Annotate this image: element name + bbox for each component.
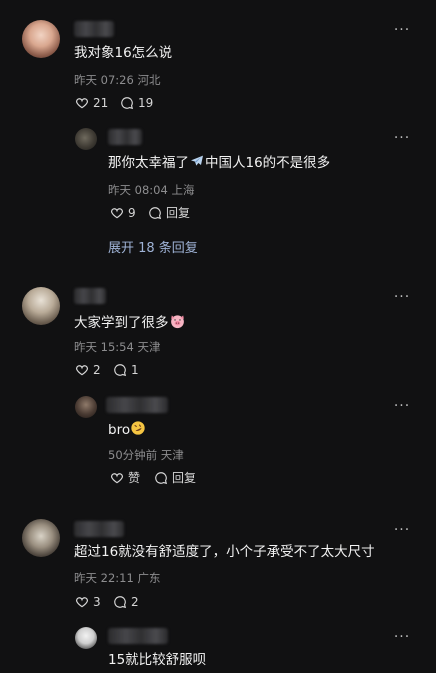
username-blurred[interactable] xyxy=(74,288,106,304)
reply-meta: 50分钟前 天津 xyxy=(108,448,184,462)
reply-text: 那你太幸福了 中国人16的不是很多 xyxy=(108,153,330,174)
reply-label: 回复 xyxy=(172,471,197,485)
username-blurred[interactable] xyxy=(106,397,168,413)
avatar[interactable] xyxy=(22,519,60,557)
comment-bubble-icon xyxy=(155,472,168,485)
more-dots-icon[interactable]: ··· xyxy=(392,629,412,645)
pig-face-emoji xyxy=(169,313,186,334)
reply-text: 15就比较舒服呗 xyxy=(108,652,207,668)
reply-count: 1 xyxy=(131,363,139,377)
reply-count: 2 xyxy=(131,595,139,609)
username-blurred[interactable] xyxy=(74,521,124,537)
comment-bubble-icon xyxy=(121,97,134,110)
reply-text: bro xyxy=(108,420,146,441)
comment-meta: 昨天 22:11 广东 xyxy=(74,571,161,585)
expand-replies-link[interactable]: 展开 18 条回复 xyxy=(108,237,198,256)
rolling-laugh-emoji xyxy=(130,420,146,441)
like-button[interactable]: 9 xyxy=(110,206,136,220)
comment-text: 超过16就没有舒适度了，小个子承受不了太大尺寸 xyxy=(74,544,375,560)
more-dots-icon[interactable]: ··· xyxy=(392,289,412,305)
heart-icon xyxy=(111,473,123,484)
avatar[interactable] xyxy=(75,627,97,649)
comment-button[interactable]: 2 xyxy=(113,595,139,609)
reply-button[interactable]: 回复 xyxy=(148,206,190,220)
heart-icon xyxy=(76,597,88,608)
username-blurred[interactable] xyxy=(108,129,142,145)
heart-icon xyxy=(111,208,123,219)
like-count: 2 xyxy=(93,363,101,377)
avatar[interactable] xyxy=(22,20,60,58)
avatar[interactable] xyxy=(75,396,97,418)
avatar[interactable] xyxy=(22,287,60,325)
like-button[interactable]: 2 xyxy=(75,363,101,377)
reply-count: 19 xyxy=(138,96,154,110)
comment-button[interactable]: 19 xyxy=(120,96,153,110)
like-button[interactable]: 21 xyxy=(75,96,108,110)
reply-text-body: bro xyxy=(108,422,131,438)
username-blurred[interactable] xyxy=(74,21,114,37)
comment-button[interactable]: 1 xyxy=(113,363,139,377)
airplane-emoji xyxy=(189,153,205,174)
heart-icon xyxy=(76,365,88,376)
like-count: 21 xyxy=(93,96,109,110)
comment-meta: 昨天 15:54 天津 xyxy=(74,340,161,354)
comment-text: 大家学到了很多 xyxy=(74,313,186,334)
like-button[interactable]: 赞 xyxy=(110,471,140,485)
reply-text-before: 那你太幸福了 xyxy=(108,155,189,171)
more-dots-icon[interactable]: ··· xyxy=(392,130,412,146)
comment-text: 我对象16怎么说 xyxy=(74,45,173,61)
username-blurred[interactable] xyxy=(108,628,168,644)
reply-label: 回复 xyxy=(166,206,191,220)
comment-bubble-icon xyxy=(114,596,127,609)
comment-meta: 昨天 07:26 河北 xyxy=(74,73,161,87)
comment-bubble-icon xyxy=(114,364,127,377)
reply-meta: 昨天 08:04 上海 xyxy=(108,183,195,197)
more-dots-icon[interactable]: ··· xyxy=(392,398,412,414)
like-count: 3 xyxy=(93,595,101,609)
avatar[interactable] xyxy=(75,128,97,150)
like-button[interactable]: 3 xyxy=(75,595,101,609)
comment-text-body: 大家学到了很多 xyxy=(74,315,169,331)
more-dots-icon[interactable]: ··· xyxy=(392,522,412,538)
heart-icon xyxy=(76,98,88,109)
reply-text-after: 中国人16的不是很多 xyxy=(205,155,331,171)
like-count: 9 xyxy=(128,206,136,220)
more-dots-icon[interactable]: ··· xyxy=(392,22,412,38)
comment-bubble-icon xyxy=(149,207,162,220)
reply-button[interactable]: 回复 xyxy=(154,471,196,485)
like-label: 赞 xyxy=(128,471,141,485)
